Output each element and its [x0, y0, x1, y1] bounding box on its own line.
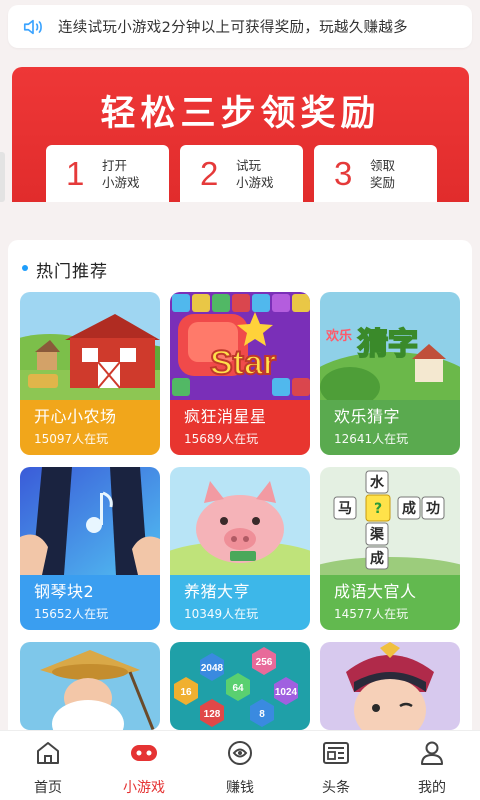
star-logo-text: Star	[210, 344, 276, 382]
step-label: 试玩 小游戏	[236, 157, 274, 190]
game-name: 开心小农场	[34, 407, 117, 426]
game-card-idiom[interactable]: 水 马 ? 成 功 渠 成 成语大官人 14577人在玩	[320, 467, 460, 630]
tab-label: 我的	[418, 780, 446, 796]
player-count: 15097人在玩	[34, 432, 109, 446]
step-label: 打开 小游戏	[102, 157, 140, 190]
step-number: 1	[66, 154, 85, 192]
tab-label: 首页	[34, 780, 62, 796]
section-dot	[22, 265, 28, 271]
game-name: 欢乐猜字	[334, 407, 401, 426]
pig-game-art	[170, 467, 310, 575]
tile-number: 128	[204, 709, 221, 720]
player-count: 12641人在玩	[334, 432, 409, 446]
game-info: 钢琴块2 15652人在玩	[20, 575, 160, 630]
tile-char: 成	[370, 550, 384, 567]
tab-minigames[interactable]: 小游戏	[96, 731, 192, 800]
tab-label: 赚钱	[226, 780, 254, 796]
game-info: 欢乐猜字 12641人在玩	[320, 400, 460, 455]
game-card-star[interactable]: Star 疯狂消星星 15689人在玩	[170, 292, 310, 455]
tile-number: 1024	[275, 687, 298, 698]
tab-headlines[interactable]: 头条	[288, 731, 384, 800]
profile-icon	[421, 741, 443, 765]
notice-text: 连续试玩小游戏2分钟以上可获得奖励，玩越久赚越多	[58, 20, 408, 36]
guess-logo-text: 猜字	[358, 327, 418, 362]
tab-earn[interactable]: 赚钱	[192, 731, 288, 800]
tile-char: ?	[374, 501, 382, 517]
reward-steps-banner: 轻松三步领奖励 1 打开 小游戏 2 试玩 小游戏 3 领取 奖励	[12, 67, 469, 202]
step-number: 3	[334, 154, 353, 192]
game-card-guess[interactable]: 欢乐 猜字 欢乐猜字 12641人在玩	[320, 292, 460, 455]
player-count: 15689人在玩	[184, 432, 259, 446]
tab-label: 小游戏	[123, 780, 165, 796]
edge-handle[interactable]	[0, 152, 5, 202]
game-info: 成语大官人 14577人在玩	[320, 575, 460, 630]
idiom-game-art: 水 马 ? 成 功 渠 成	[320, 467, 460, 575]
game-name: 养猪大亨	[184, 582, 251, 601]
tile-char: 马	[338, 501, 352, 517]
coin-icon	[228, 741, 252, 765]
tab-profile[interactable]: 我的	[384, 731, 480, 800]
game-card-officer[interactable]	[320, 642, 460, 730]
tile-number: 2048	[201, 663, 224, 674]
piano-game-art	[20, 467, 160, 575]
tile-number: 64	[232, 683, 244, 694]
tile-char: 成	[402, 500, 416, 517]
game-card-farm[interactable]: 开心小农场 15097人在玩	[20, 292, 160, 455]
player-count: 14577人在玩	[334, 607, 409, 621]
step-card-3: 3 领取 奖励	[314, 145, 437, 202]
fisherman-game-art	[20, 642, 160, 730]
tile-char: 功	[426, 501, 440, 517]
banner-title: 轻松三步领奖励	[100, 94, 381, 134]
officer-game-art	[320, 642, 460, 730]
game-card-pig[interactable]: 养猪大亨 10349人在玩	[170, 467, 310, 630]
guess-small-logo: 欢乐	[325, 328, 352, 344]
hot-section: 热门推荐 开心小农场 15097人在玩 Star 疯狂消星星 15689人在玩 …	[8, 240, 472, 740]
guess-word-game-art: 欢乐 猜字	[320, 292, 460, 400]
game-card-fisher[interactable]	[20, 642, 160, 730]
player-count: 10349人在玩	[184, 607, 259, 621]
tile-char: 水	[370, 474, 385, 491]
farm-game-art	[20, 292, 160, 400]
bottom-tab-bar: 首页 小游戏 赚钱 头条 我的	[0, 730, 480, 800]
step-number: 2	[200, 154, 219, 192]
game-name: 成语大官人	[334, 582, 417, 601]
game-name: 疯狂消星星	[184, 407, 267, 426]
step-card-2: 2 试玩 小游戏	[180, 145, 303, 202]
section-heading: 热门推荐	[36, 262, 108, 282]
game-info: 疯狂消星星 15689人在玩	[170, 400, 310, 455]
game-info: 开心小农场 15097人在玩	[20, 400, 160, 455]
speaker-icon	[23, 19, 42, 34]
tile-char: 渠	[369, 526, 385, 543]
player-count: 15652人在玩	[34, 607, 109, 621]
tab-label: 头条	[322, 780, 350, 796]
game-name: 钢琴块2	[34, 582, 95, 601]
tab-home[interactable]: 首页	[0, 731, 96, 800]
step-card-1: 1 打开 小游戏	[46, 145, 169, 202]
news-icon	[323, 742, 349, 764]
tile-number: 16	[180, 687, 192, 698]
tile-number: 8	[259, 709, 265, 720]
home-icon	[37, 742, 59, 764]
number-hex-game-art: 2048 256 16 64 1024 128 8	[170, 642, 310, 730]
step-label: 领取 奖励	[370, 157, 396, 190]
notice-bar[interactable]: 连续试玩小游戏2分钟以上可获得奖励，玩越久赚越多	[8, 5, 472, 48]
game-card-2048[interactable]: 2048 256 16 64 1024 128 8	[170, 642, 310, 730]
gamepad-icon	[131, 745, 157, 761]
game-card-piano[interactable]: 钢琴块2 15652人在玩	[20, 467, 160, 630]
tile-number: 256	[256, 657, 273, 668]
game-info: 养猪大亨 10349人在玩	[170, 575, 310, 630]
star-game-art: Star	[170, 292, 310, 400]
